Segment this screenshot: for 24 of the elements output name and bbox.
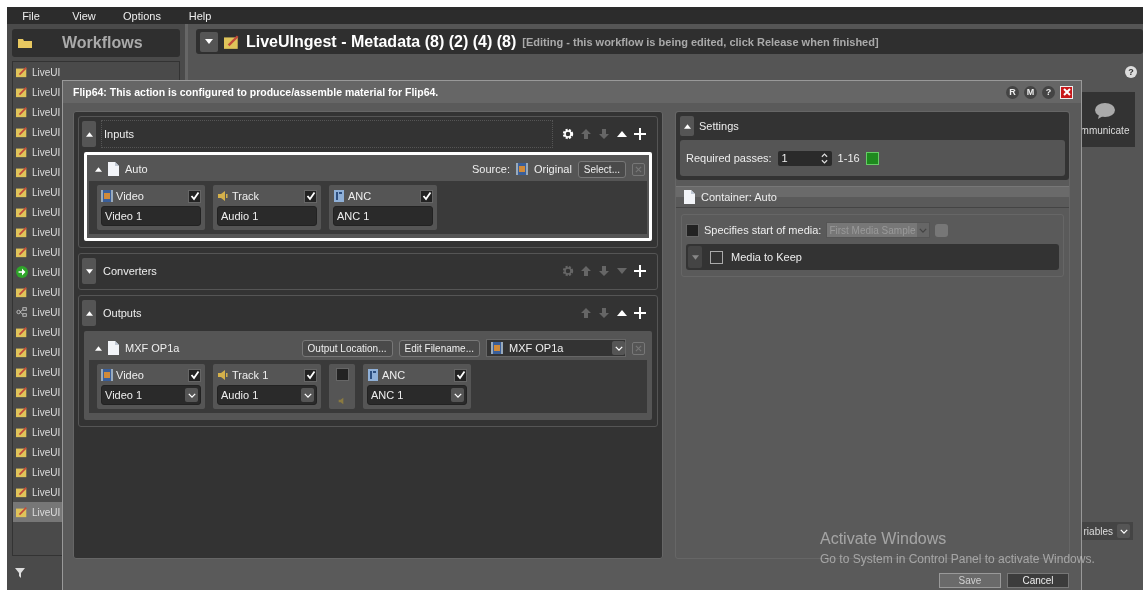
dialog-title: Flip64: This action is configured to produce/assemble material for Flip64. [73, 86, 439, 98]
track-label: Video [116, 369, 144, 381]
panel-title: Workflows [62, 34, 143, 52]
item-title: MXF OP1a [125, 342, 180, 354]
track-label: Video [116, 190, 144, 202]
item-title: Auto [125, 163, 148, 175]
field-label: Specifies start of media: [704, 224, 822, 236]
source-value: Original [533, 163, 572, 175]
field-label: Required passes: [686, 152, 772, 164]
range-label: 1-16 [837, 152, 860, 164]
track-label: ANC [382, 369, 406, 381]
track-label: Track [232, 190, 260, 202]
source-label: Source: [472, 163, 510, 175]
section-title: Settings [699, 120, 739, 132]
section-title: Inputs [101, 120, 553, 148]
track-label: Track 1 [232, 369, 269, 381]
track-label: ANC [348, 190, 372, 202]
section-title: Container: Auto [701, 191, 777, 203]
section-title: Outputs [102, 306, 143, 321]
section-title: Converters [102, 264, 158, 279]
field-label: Media to Keep [731, 251, 802, 263]
tool-label: mmunicate [1080, 125, 1130, 136]
editing-notice: [Editing - this workflow is being edited, click Release when finished] [522, 35, 879, 48]
workflow-title: LiveUIngest - Metadata (8) (2) (4) (8) [246, 32, 517, 51]
